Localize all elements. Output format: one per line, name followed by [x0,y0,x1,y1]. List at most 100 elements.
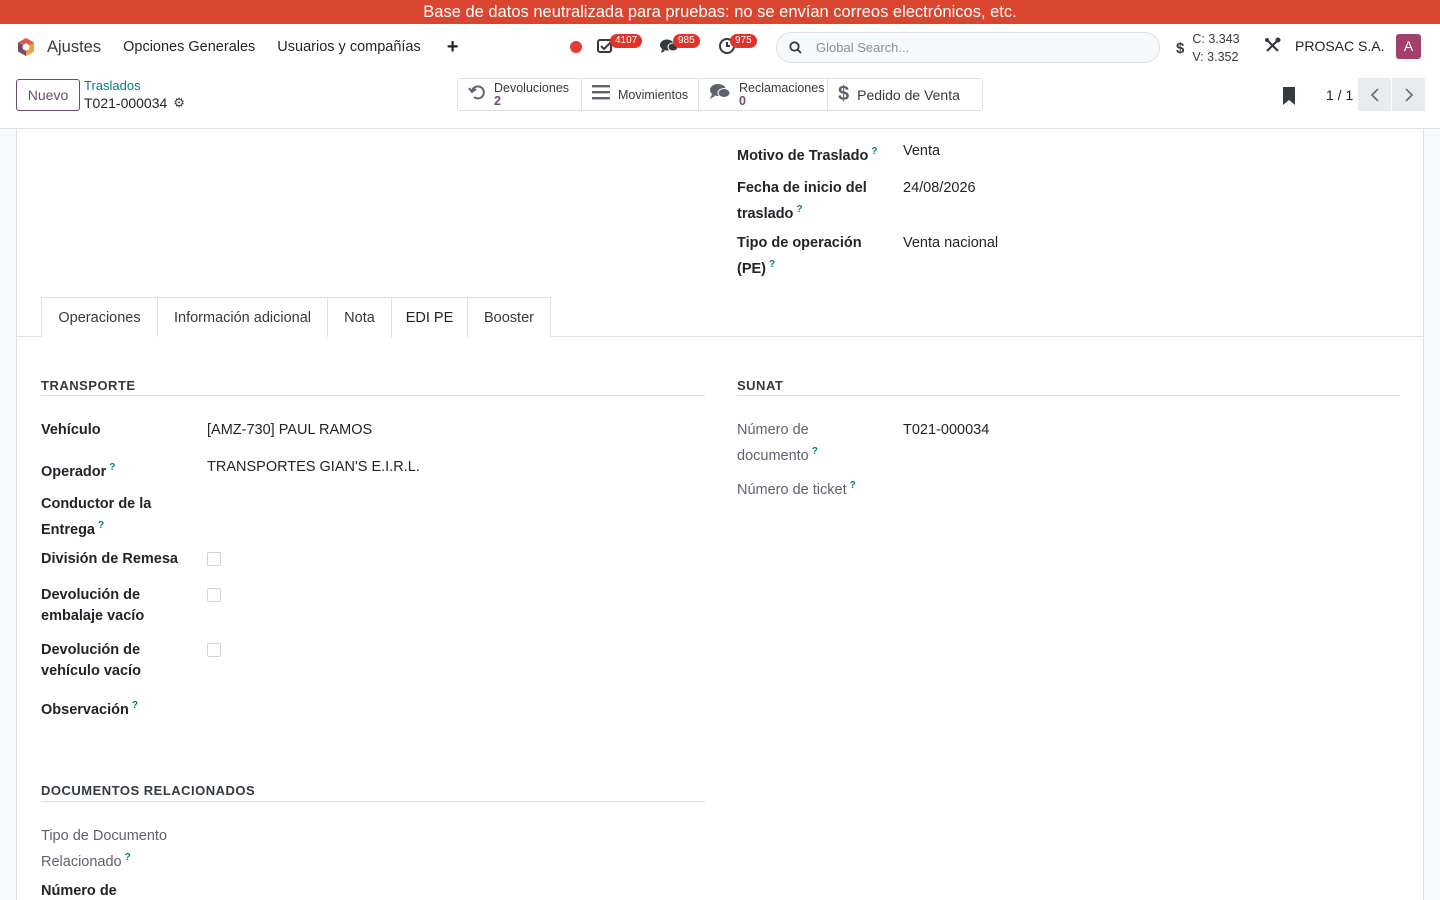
field-numero-ticket: Número de ticket? [737,475,903,501]
dollar-icon: $ [1176,39,1185,57]
messages-count-badge: 985 [673,34,700,48]
devolucion-embalaje-checkbox[interactable] [207,588,221,602]
field-division-remesa: División de Remesa [41,549,207,570]
division-remesa-checkbox[interactable] [207,552,221,566]
conductor-label-line1: Conductor de la [41,496,152,512]
claims-count: 0 [739,93,746,108]
tipo-label-line1: Tipo de operación [737,235,862,251]
tipo-value[interactable]: Venta nacional [903,233,998,280]
bookmark-icon[interactable] [1282,86,1298,106]
notebook-tabs: Operaciones Información adicional Nota E… [17,297,1423,338]
claims-smart-button[interactable]: Reclamaciones 0 [699,79,828,110]
breadcrumb-current: T021-000034 ⚙ [84,95,185,111]
help-icon[interactable]: ? [796,204,802,215]
help-icon[interactable]: ? [125,852,131,863]
numero-documento-value: T021-000034 [903,422,990,438]
field-motivo-traslado: Motivo de Traslado? Venta [737,141,940,167]
vehiculo-value[interactable]: [AMZ-730] PAUL RAMOS [207,420,372,441]
field-numero-documento: Número de documento? T021-000034 [737,420,989,467]
tab-operaciones[interactable]: Operaciones [41,297,158,337]
buy-rate: C: 3.343 [1192,32,1240,46]
new-button[interactable]: Nuevo [16,79,80,111]
section-title-sunat: SUNAT [737,378,784,393]
sale-order-label: Pedido de Venta [857,86,960,103]
dev-embalaje-label-line2: embalaje vacío [41,608,145,624]
help-icon[interactable]: ? [769,259,775,270]
quick-create-plus-button[interactable]: + [447,37,459,57]
tipo-label-line2: (PE) [737,260,766,277]
debug-tools-icon[interactable] [1264,36,1284,56]
undo-icon [468,83,486,106]
search-input[interactable]: Global Search... [816,40,909,55]
field-devolucion-embalaje: Devolución de embalaje vacío [41,585,207,627]
fecha-label-line1: Fecha de inicio del [737,180,867,196]
clock-count-badge: 975 [730,34,757,48]
user-avatar[interactable]: A [1396,34,1421,59]
section-title-transporte: TRANSPORTE [41,378,136,393]
app-name[interactable]: Ajustes [47,38,101,57]
dev-vehiculo-label-line2: vehículo vacío [41,663,141,679]
field-numero-documento-relacionado: Número de [41,881,207,900]
numero-ticket-label: Número de ticket [737,481,847,498]
comments-icon [709,83,731,106]
moves-smart-button[interactable]: Movimientos [582,79,699,110]
section-divider [41,801,705,802]
activities-count-badge: 4107 [610,34,643,48]
division-label: División de Remesa [41,551,178,567]
pager-previous-button[interactable] [1358,78,1391,111]
tab-informacion-adicional[interactable]: Información adicional [157,297,328,337]
fecha-label-line2: traslado [737,205,794,222]
returns-smart-button[interactable]: Devoluciones 2 [458,79,582,110]
section-divider [737,395,1400,396]
motivo-label: Motivo de Traslado [737,147,869,164]
gear-icon[interactable]: ⚙ [173,95,185,111]
help-icon[interactable]: ? [109,462,115,473]
pager-value[interactable]: 1 / 1 [1326,87,1353,103]
help-icon[interactable]: ? [132,700,138,711]
motivo-value[interactable]: Venta [903,141,940,167]
record-name: T021-000034 [84,95,168,111]
recording-indicator-icon[interactable] [570,41,582,53]
app-brand: Ajustes Opciones Generales Usuarios y co… [0,37,458,57]
pager-next-button[interactable] [1392,78,1425,111]
operador-value[interactable]: TRANSPORTES GIAN'S E.I.R.L. [207,457,420,483]
chevron-left-icon [1370,87,1379,102]
moves-label: Movimientos [618,87,689,102]
section-title-documentos: DOCUMENTOS RELACIONADOS [41,783,256,798]
menu-general-settings[interactable]: Opciones Generales [123,39,255,55]
field-operador: Operador? TRANSPORTES GIAN'S E.I.R.L. [41,457,420,483]
returns-count: 2 [494,93,501,108]
operador-label: Operador [41,463,107,480]
help-icon[interactable]: ? [812,446,818,457]
help-icon[interactable]: ? [871,146,877,157]
observacion-label: Observación [41,701,129,718]
tipo-doc-label-line1: Tipo de Documento [41,828,168,844]
sale-order-smart-button[interactable]: $ Pedido de Venta [828,79,982,110]
chevron-right-icon [1404,87,1413,102]
devolucion-vehiculo-checkbox[interactable] [207,643,221,657]
odoo-app-icon[interactable] [16,37,36,57]
tab-booster[interactable]: Booster [467,297,551,337]
dev-vehiculo-label-line1: Devolución de [41,642,141,658]
numero-documento-label-line1: Número de [737,422,809,438]
field-conductor: Conductor de la Entrega? [41,494,207,541]
tipo-doc-label-line2: Relacionado [41,853,122,870]
breadcrumb-parent-link[interactable]: Traslados [84,78,141,93]
field-tipo-documento-relacionado: Tipo de Documento Relacionado? [41,826,207,873]
control-panel: Nuevo Traslados T021-000034 ⚙ Devolucion… [0,70,1440,129]
test-database-banner: Base de datos neutralizada para pruebas:… [0,0,1440,24]
currency-rate-widget[interactable]: $ C: 3.343 V: 3.352 [1176,30,1240,66]
company-switcher[interactable]: PROSAC S.A. [1295,38,1384,54]
numero-doc-rel-label: Número de [41,883,117,899]
field-devolucion-vehiculo: Devolución de vehículo vacío [41,640,207,682]
fecha-value[interactable]: 24/08/2026 [903,178,976,225]
help-icon[interactable]: ? [98,520,104,531]
tab-nota[interactable]: Nota [327,297,392,337]
global-search-box[interactable]: Global Search... [776,32,1160,63]
top-navbar: Ajustes Opciones Generales Usuarios y co… [0,24,1440,70]
help-icon[interactable]: ? [850,480,856,491]
menu-users-companies[interactable]: Usuarios y compañías [277,39,420,55]
smart-buttons: Devoluciones 2 Movimientos Reclamaciones… [457,78,983,111]
tab-edi-pe[interactable]: EDI PE [391,297,468,338]
dollar-sign-icon: $ [838,83,850,105]
